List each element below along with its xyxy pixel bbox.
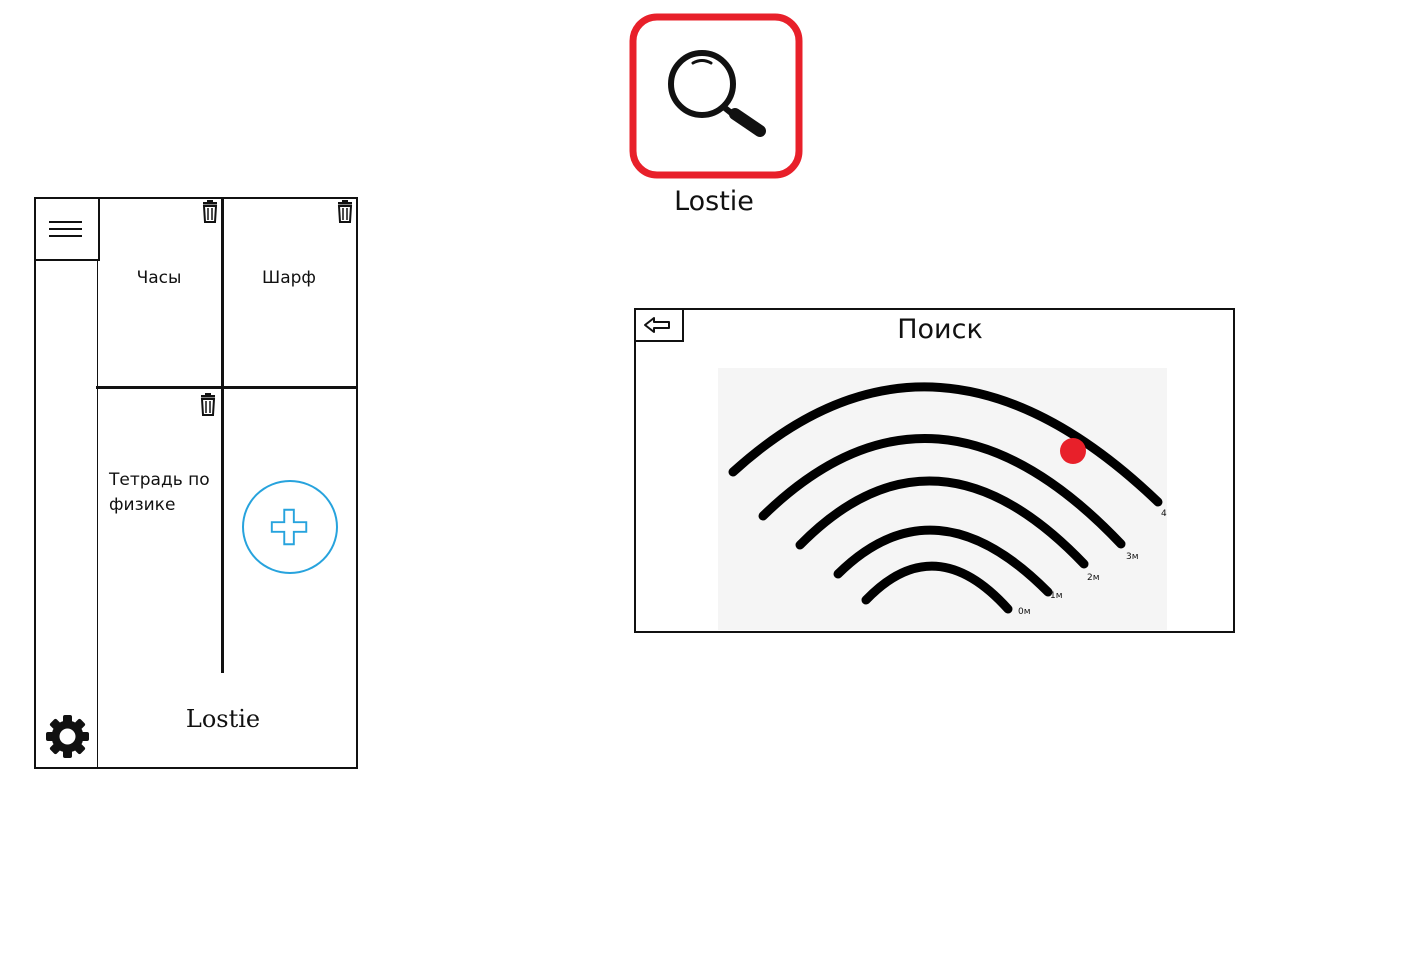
item-card-notebook[interactable] <box>98 390 221 672</box>
distance-radar: 0м 1м 2м 3м 4м <box>718 368 1167 630</box>
back-arrow-icon <box>644 317 670 333</box>
app-icon-label: Lostie <box>674 186 754 217</box>
trash-icon[interactable] <box>200 200 220 224</box>
ring-label-0: 0м <box>1018 607 1031 617</box>
item-label: Часы <box>136 268 182 288</box>
ring-label-1: 1м <box>1050 591 1063 601</box>
back-button[interactable] <box>634 308 684 342</box>
app-icon[interactable] <box>629 13 803 179</box>
search-title: Поиск <box>897 314 983 345</box>
grid-divider-horizontal <box>96 386 358 389</box>
trash-icon[interactable] <box>335 200 355 224</box>
ring-label-3: 3м <box>1126 552 1139 562</box>
phone-app-title: Lostie <box>185 705 261 733</box>
item-card-watch[interactable] <box>98 199 221 385</box>
menu-button[interactable] <box>34 197 100 261</box>
grid-divider-vertical <box>221 198 224 673</box>
item-label: Шарф <box>262 268 316 288</box>
gear-icon[interactable] <box>45 714 90 759</box>
trash-icon[interactable] <box>198 393 218 417</box>
item-label: Тетрадь по физике <box>109 470 210 515</box>
ring-label-4: 4м <box>1161 509 1167 519</box>
plus-icon <box>270 508 308 546</box>
location-marker <box>1060 438 1086 464</box>
item-card-scarf[interactable] <box>225 199 356 385</box>
ring-label-2: 2м <box>1087 573 1100 583</box>
add-item-button[interactable] <box>242 480 338 574</box>
